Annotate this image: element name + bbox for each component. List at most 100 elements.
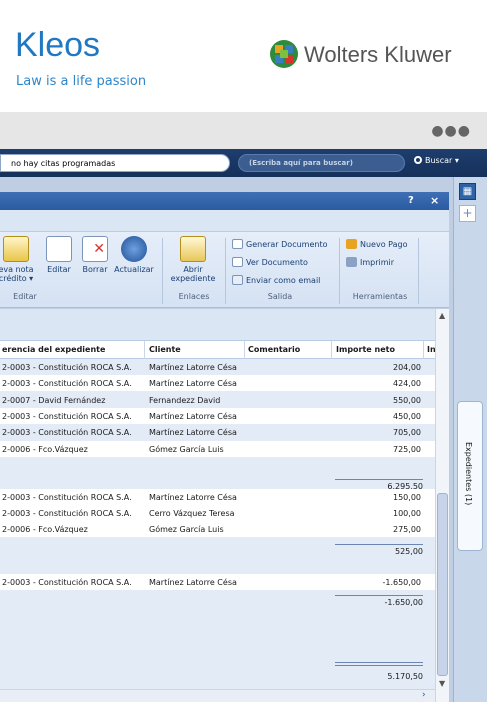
cell-reference: 2-0003 - Constitución ROCA S.A. — [2, 379, 132, 388]
print-label: Imprimir — [360, 258, 395, 267]
open-file-button[interactable]: Abrir expediente — [168, 236, 218, 283]
cell-reference: 2-0006 - Fco.Vázquez — [2, 445, 88, 454]
window-titlebar: ? × — [0, 192, 449, 210]
refresh-label: Actualizar — [114, 265, 154, 274]
new-payment-label: Nuevo Pago — [360, 240, 408, 249]
column-divider — [331, 341, 332, 359]
note-icon — [3, 236, 29, 262]
grid-group-panel — [0, 309, 435, 341]
grand-total: 5.170,50 — [387, 672, 423, 681]
cell-client: Fernandezz David — [149, 396, 221, 405]
column-header-net-amount[interactable]: Importe neto — [336, 345, 395, 354]
column-divider — [423, 341, 424, 359]
refresh-button[interactable]: Actualizar — [113, 236, 155, 274]
delete-button[interactable]: ✕ Borrar — [80, 236, 110, 274]
table-row[interactable]: 2-0003 - Constitución ROCA S.A. Martínez … — [0, 489, 435, 505]
cell-net-amount: 725,00 — [393, 445, 421, 454]
view-document-button[interactable]: Ver Documento — [232, 257, 308, 267]
grid-body: 6.295,50 525,00 -1.650,00 5.170,50 2-000… — [0, 359, 435, 689]
cell-client: Martínez Latorre Césa — [149, 493, 237, 502]
wolters-kluwer-logo-icon — [270, 40, 298, 68]
total-separator — [335, 544, 423, 545]
right-side-panel: ▦ + Expedientes (1) — [453, 177, 487, 702]
search-button[interactable]: Buscar ▾ — [414, 156, 459, 165]
column-header-comment[interactable]: Comentario — [248, 345, 300, 354]
ribbon-tabs-bar — [0, 210, 449, 232]
cell-net-amount: 275,00 — [393, 525, 421, 534]
edit-button[interactable]: Editar — [44, 236, 74, 274]
group-label-herramientas: Herramientas — [352, 292, 408, 301]
send-email-button[interactable]: Enviar como email — [232, 275, 320, 285]
brand-header: Kleos Law is a life passion Wolters Kluw… — [0, 0, 487, 110]
total-separator — [335, 479, 423, 480]
cell-net-amount: 424,00 — [393, 379, 421, 388]
ribbon: eva nota crédito ▾ Editar ✕ Borrar Actua… — [0, 210, 449, 308]
cell-reference: 2-0003 - Constitución ROCA S.A. — [2, 412, 132, 421]
cell-reference: 2-0003 - Constitución ROCA S.A. — [2, 493, 132, 502]
cell-net-amount: 550,00 — [393, 396, 421, 405]
scroll-up-icon[interactable]: ▲ — [439, 311, 445, 320]
cell-net-amount: 100,00 — [393, 509, 421, 518]
ribbon-separator — [418, 238, 419, 304]
group-label-enlaces: Enlaces — [178, 292, 210, 301]
table-row[interactable]: 2-0003 - Constitución ROCA S.A. Martínez … — [0, 408, 435, 424]
table-row[interactable]: 2-0003 - Constitución ROCA S.A. Martínez … — [0, 359, 435, 375]
scrollbar-thumb[interactable] — [437, 493, 448, 676]
total-separator — [335, 662, 423, 663]
app-window: no hay citas programadas (Escriba aquí p… — [0, 149, 487, 702]
new-note-label: eva nota crédito ▾ — [0, 265, 34, 283]
cell-reference: 2-0003 - Constitución ROCA S.A. — [2, 428, 132, 437]
group-total: 525,00 — [395, 547, 423, 556]
table-row[interactable]: 2-0003 - Constitución ROCA S.A. Cerro Váz… — [0, 505, 435, 521]
close-button[interactable]: × — [430, 194, 439, 207]
help-button[interactable]: ? — [408, 195, 414, 206]
generate-document-label: Generar Documento — [246, 240, 328, 249]
table-row[interactable]: 2-0007 - David Fernández Fernandezz David… — [0, 392, 435, 408]
vertical-scrollbar[interactable]: ▲ ▼ — [435, 309, 449, 702]
window-menu-dots[interactable]: ●●● — [431, 123, 471, 139]
cell-reference: 2-0007 - David Fernández — [2, 396, 106, 405]
cell-net-amount: 204,00 — [393, 363, 421, 372]
printer-icon — [346, 257, 357, 267]
appointments-notice: no hay citas programadas — [0, 154, 230, 172]
cell-reference: 2-0006 - Fco.Vázquez — [2, 525, 88, 534]
table-row[interactable]: 2-0003 - Constitución ROCA S.A. Martínez … — [0, 424, 435, 440]
column-divider — [244, 341, 245, 359]
column-divider — [144, 341, 145, 359]
column-header-client[interactable]: Cliente — [149, 345, 181, 354]
search-input[interactable]: (Escriba aquí para buscar) — [238, 154, 405, 172]
new-payment-button[interactable]: Nuevo Pago — [346, 239, 408, 249]
total-separator — [335, 665, 423, 666]
edit-label: Editar — [47, 265, 71, 274]
table-row[interactable]: 2-0006 - Fco.Vázquez Gómez García Luis 725… — [0, 441, 435, 457]
table-row[interactable]: 2-0003 - Constitución ROCA S.A. Martínez … — [0, 574, 435, 590]
expedientes-tab[interactable]: Expedientes (1) — [457, 401, 483, 551]
grid-icon[interactable]: ▦ — [459, 183, 476, 200]
table-row[interactable]: 2-0003 - Constitución ROCA S.A. Martínez … — [0, 375, 435, 391]
print-button[interactable]: Imprimir — [346, 257, 394, 267]
wolters-kluwer-name: Wolters Kluwer — [304, 42, 452, 67]
cell-client: Martínez Latorre Césa — [149, 578, 237, 587]
open-file-label: Abrir expediente — [170, 265, 216, 283]
group-label-salida: Salida — [267, 292, 293, 301]
cell-net-amount: -1.650,00 — [382, 578, 421, 587]
delete-icon: ✕ — [82, 236, 108, 262]
document-icon — [232, 239, 243, 249]
scroll-down-icon[interactable]: ▼ — [439, 679, 445, 688]
search-icon — [414, 156, 422, 164]
cell-client: Martínez Latorre Césa — [149, 412, 237, 421]
cell-client: Cerro Vázquez Teresa — [149, 509, 235, 518]
column-header-reference[interactable]: erencia del expediente — [2, 345, 105, 354]
scroll-right-icon[interactable]: › — [422, 690, 426, 700]
plus-icon[interactable]: + — [459, 205, 476, 222]
envelope-icon — [232, 275, 243, 285]
cell-reference: 2-0003 - Constitución ROCA S.A. — [2, 363, 132, 372]
app-screenshot: ●●● no hay citas programadas (Escriba aq… — [0, 112, 487, 702]
payment-icon — [346, 239, 357, 249]
refresh-icon — [121, 236, 147, 262]
generate-document-button[interactable]: Generar Documento — [232, 239, 327, 249]
send-email-label: Enviar como email — [246, 276, 321, 285]
horizontal-scrollbar[interactable]: › — [0, 689, 435, 702]
new-credit-note-button[interactable]: eva nota crédito ▾ — [0, 236, 36, 283]
table-row[interactable]: 2-0006 - Fco.Vázquez Gómez García Luis 275… — [0, 521, 435, 537]
